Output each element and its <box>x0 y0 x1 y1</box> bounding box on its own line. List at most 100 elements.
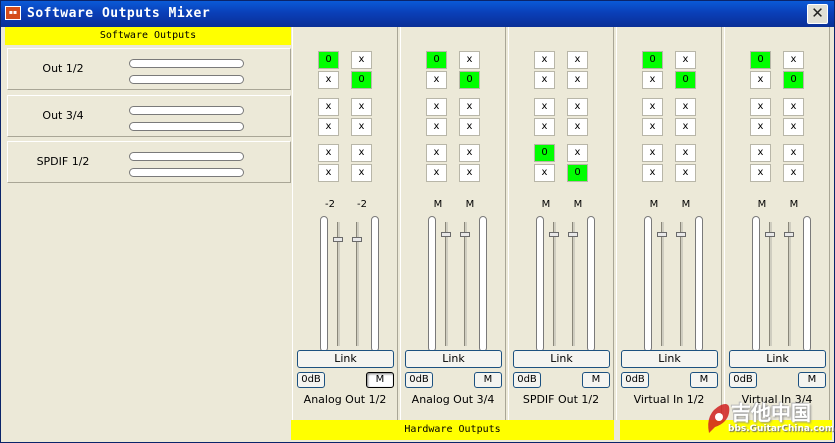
routing-cell[interactable]: x <box>750 144 771 162</box>
meter-left <box>752 216 760 352</box>
routing-cell[interactable]: x <box>750 164 771 182</box>
routing-cell[interactable]: 0 <box>675 71 696 89</box>
fader-track <box>661 222 664 346</box>
fader-knob[interactable] <box>765 232 775 237</box>
routing-cell[interactable]: x <box>351 51 372 69</box>
routing-cell[interactable]: x <box>426 118 447 136</box>
routing-cell[interactable]: x <box>351 144 372 162</box>
app-icon[interactable]: ▪▪ <box>5 6 21 20</box>
routing-cell[interactable]: x <box>426 144 447 162</box>
routing-cell[interactable]: x <box>750 98 771 116</box>
routing-cell[interactable]: 0 <box>783 71 804 89</box>
meter-right <box>695 216 703 352</box>
mute-button[interactable]: M <box>474 372 502 388</box>
fader-knob[interactable] <box>549 232 559 237</box>
routing-cell[interactable]: 0 <box>567 164 588 182</box>
routing-cell[interactable]: x <box>783 164 804 182</box>
close-button[interactable]: ✕ <box>807 4 828 24</box>
zero-db-button[interactable]: 0dB <box>729 372 757 388</box>
routing-cell[interactable]: x <box>642 144 663 162</box>
routing-cell[interactable]: x <box>750 118 771 136</box>
level-meter-right <box>129 168 244 177</box>
routing-cell[interactable]: x <box>534 51 555 69</box>
routing-cell[interactable]: x <box>642 71 663 89</box>
fader-knob[interactable] <box>352 237 362 242</box>
routing-cell[interactable]: x <box>534 71 555 89</box>
mute-button[interactable]: M <box>582 372 610 388</box>
routing-cell[interactable]: x <box>567 144 588 162</box>
routing-cell[interactable]: x <box>567 71 588 89</box>
mute-button[interactable]: M <box>366 372 394 388</box>
routing-cell[interactable]: x <box>351 164 372 182</box>
window-title: Software Outputs Mixer <box>27 6 211 21</box>
routing-cell[interactable]: 0 <box>534 144 555 162</box>
zero-db-button[interactable]: 0dB <box>621 372 649 388</box>
routing-cell[interactable]: x <box>459 98 480 116</box>
mixer-window: ▪▪ Software Outputs Mixer ✕ Software Out… <box>0 0 835 443</box>
routing-cell[interactable]: x <box>459 144 480 162</box>
watermark-url: bbs.GuitarChina.com <box>728 424 835 434</box>
routing-cell[interactable]: x <box>351 118 372 136</box>
zero-db-button[interactable]: 0dB <box>513 372 541 388</box>
routing-cell[interactable]: x <box>750 71 771 89</box>
mute-button[interactable]: M <box>798 372 826 388</box>
routing-cell[interactable]: x <box>783 118 804 136</box>
routing-cell[interactable]: x <box>642 118 663 136</box>
fader-level-label: M <box>649 199 659 210</box>
routing-cell[interactable]: x <box>675 51 696 69</box>
meter-left <box>536 216 544 352</box>
routing-cell[interactable]: x <box>318 118 339 136</box>
routing-cell[interactable]: 0 <box>318 51 339 69</box>
routing-cell[interactable]: x <box>534 118 555 136</box>
routing-cell[interactable]: 0 <box>459 71 480 89</box>
link-button[interactable]: Link <box>405 350 502 368</box>
routing-cell[interactable]: x <box>642 164 663 182</box>
routing-cell[interactable]: x <box>426 71 447 89</box>
fader-knob[interactable] <box>676 232 686 237</box>
link-button[interactable]: Link <box>297 350 394 368</box>
routing-cell[interactable]: x <box>675 98 696 116</box>
channel-strip: 0 x x 0 x x x x x x x x M M Link 0dB M Analog Out 3/4 <box>400 27 506 420</box>
routing-cell[interactable]: x <box>567 51 588 69</box>
fader-knob[interactable] <box>333 237 343 242</box>
routing-cell[interactable]: x <box>783 51 804 69</box>
routing-cell[interactable]: x <box>318 144 339 162</box>
mute-button[interactable]: M <box>690 372 718 388</box>
meter-right <box>587 216 595 352</box>
routing-cell[interactable]: x <box>318 164 339 182</box>
routing-cell[interactable]: x <box>459 118 480 136</box>
title-bar[interactable]: ▪▪ Software Outputs Mixer ✕ <box>1 1 834 27</box>
routing-cell[interactable]: x <box>459 51 480 69</box>
fader-knob[interactable] <box>657 232 667 237</box>
routing-cell[interactable]: x <box>675 144 696 162</box>
link-button[interactable]: Link <box>513 350 610 368</box>
routing-cell[interactable]: x <box>567 118 588 136</box>
link-button[interactable]: Link <box>729 350 826 368</box>
meter-right <box>803 216 811 352</box>
routing-cell[interactable]: x <box>567 98 588 116</box>
zero-db-button[interactable]: 0dB <box>297 372 325 388</box>
routing-cell[interactable]: x <box>534 98 555 116</box>
routing-cell[interactable]: 0 <box>750 51 771 69</box>
routing-cell[interactable]: x <box>318 71 339 89</box>
routing-cell[interactable]: x <box>351 98 372 116</box>
routing-cell[interactable]: x <box>318 98 339 116</box>
fader-knob[interactable] <box>460 232 470 237</box>
routing-cell[interactable]: x <box>675 164 696 182</box>
routing-cell[interactable]: x <box>642 98 663 116</box>
routing-cell[interactable]: 0 <box>642 51 663 69</box>
routing-cell[interactable]: 0 <box>351 71 372 89</box>
routing-cell[interactable]: x <box>675 118 696 136</box>
routing-cell[interactable]: 0 <box>426 51 447 69</box>
routing-cell[interactable]: x <box>426 164 447 182</box>
routing-cell[interactable]: x <box>459 164 480 182</box>
routing-cell[interactable]: x <box>534 164 555 182</box>
zero-db-button[interactable]: 0dB <box>405 372 433 388</box>
routing-cell[interactable]: x <box>783 98 804 116</box>
routing-cell[interactable]: x <box>783 144 804 162</box>
routing-cell[interactable]: x <box>426 98 447 116</box>
fader-knob[interactable] <box>568 232 578 237</box>
fader-knob[interactable] <box>441 232 451 237</box>
link-button[interactable]: Link <box>621 350 718 368</box>
fader-knob[interactable] <box>784 232 794 237</box>
